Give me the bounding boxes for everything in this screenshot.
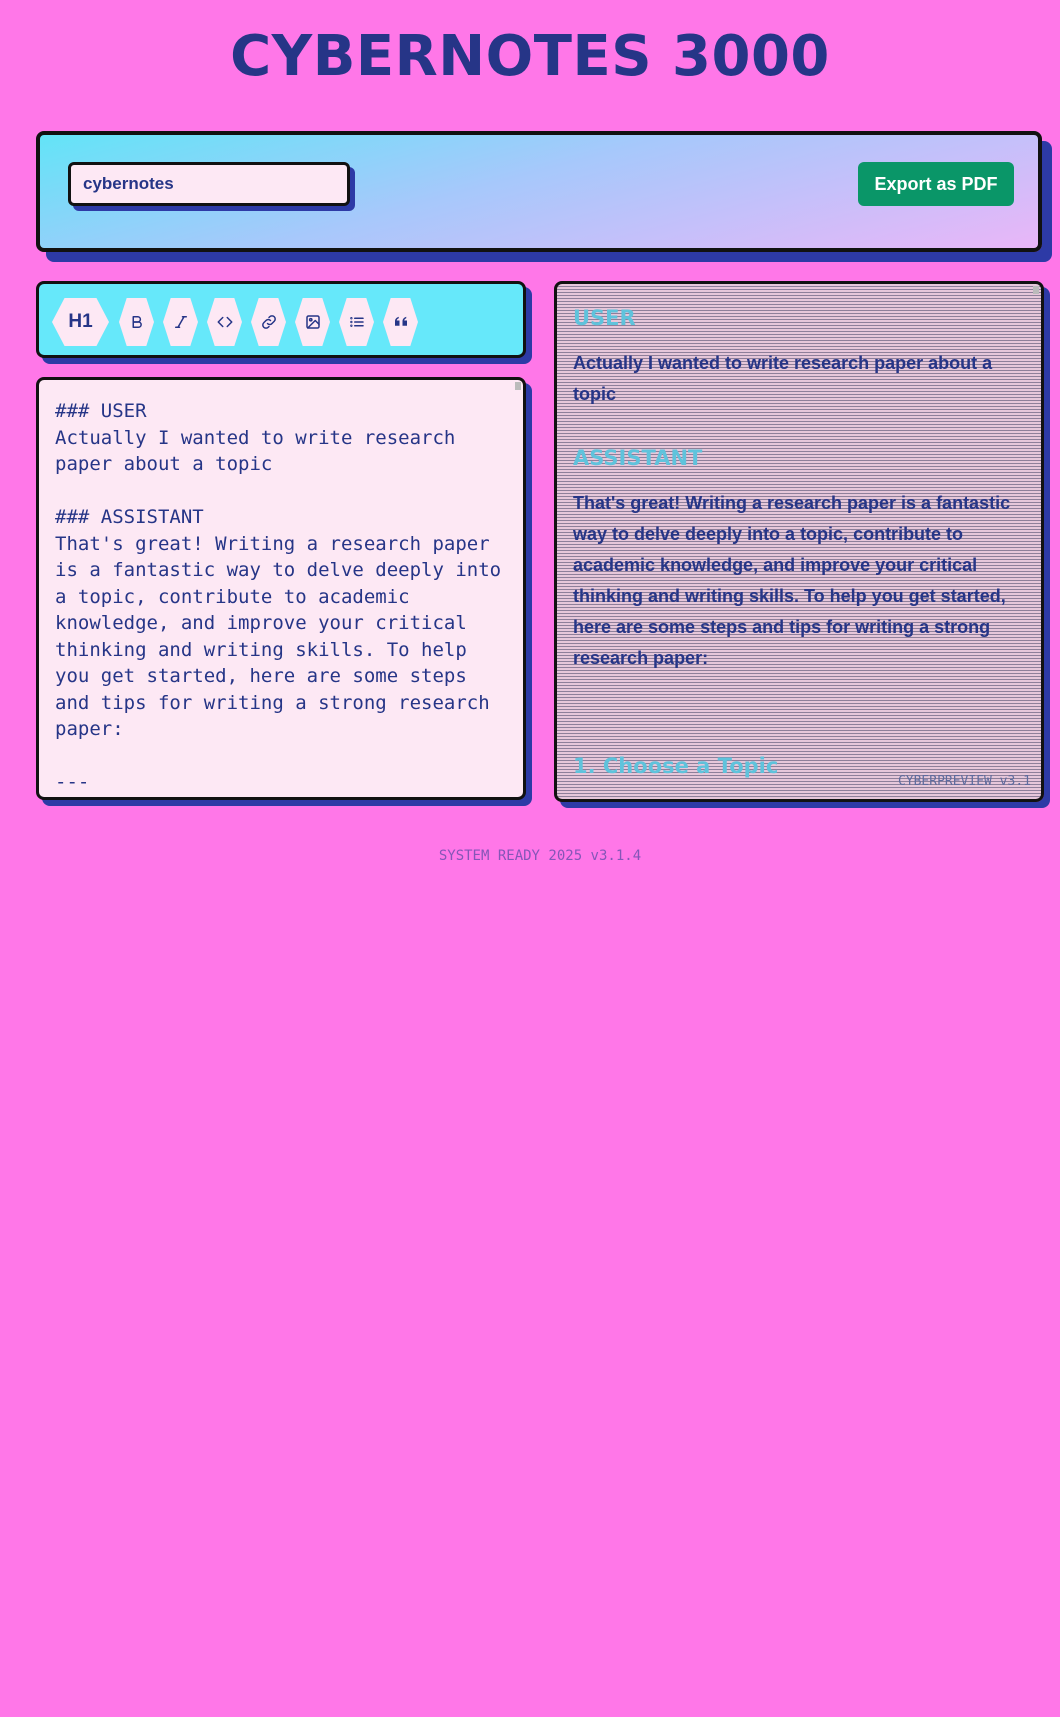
editor-scrollbar[interactable]	[515, 382, 521, 390]
preview-pane: USER Actually I wanted to write research…	[554, 281, 1044, 802]
preview-version-label: CYBERPREVIEW v3.1	[897, 774, 1031, 789]
code-button[interactable]	[207, 298, 242, 346]
image-button[interactable]	[295, 298, 330, 346]
code-icon	[217, 316, 232, 328]
status-footer: SYSTEM READY 2025 v3.1.4	[438, 848, 642, 864]
export-pdf-button[interactable]: Export as PDF	[858, 162, 1014, 206]
image-icon	[305, 315, 320, 329]
link-button[interactable]	[251, 298, 286, 346]
heading-icon: H1	[68, 311, 93, 332]
bold-icon	[132, 316, 142, 328]
list-icon	[349, 317, 364, 327]
markdown-editor[interactable]: ### USER Actually I wanted to write rese…	[36, 377, 526, 800]
app-title: CYBERNOTES 3000	[230, 24, 830, 89]
list-button[interactable]	[339, 298, 374, 346]
editor-content[interactable]: ### USER Actually I wanted to write rese…	[55, 398, 507, 796]
link-icon	[261, 315, 276, 329]
preview-paragraph-assistant: That's great! Writing a research paper i…	[573, 493, 1011, 668]
filename-input[interactable]	[68, 162, 350, 206]
top-bar: Export as PDF	[36, 131, 1042, 252]
preview-heading-user: USER	[573, 306, 636, 330]
bold-button[interactable]	[119, 298, 154, 346]
quote-button[interactable]	[383, 298, 418, 346]
preview-heading-assistant: ASSISTANT	[573, 446, 703, 470]
italic-button[interactable]	[163, 298, 198, 346]
heading-button[interactable]: H1	[52, 298, 109, 346]
italic-icon	[174, 316, 187, 328]
quote-icon	[394, 316, 407, 326]
formatting-toolbar: H1	[36, 281, 526, 358]
preview-paragraph-user: Actually I wanted to write research pape…	[573, 353, 993, 404]
preview-scrollbar[interactable]	[1033, 286, 1039, 294]
